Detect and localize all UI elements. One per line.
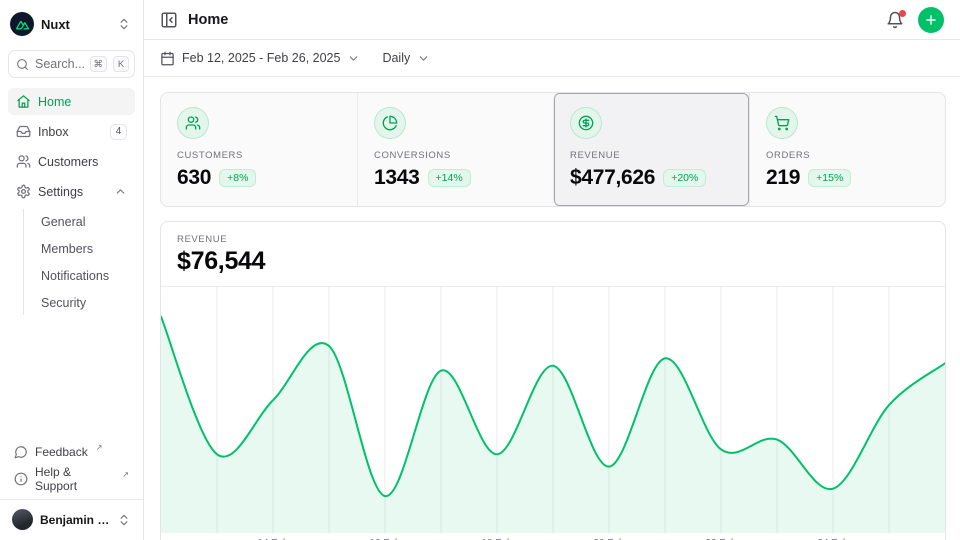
calendar-icon xyxy=(160,51,175,66)
sidebar-item-customers[interactable]: Customers xyxy=(8,148,135,175)
nuxt-logo-icon xyxy=(10,12,34,36)
circle-dollar-icon xyxy=(570,107,602,139)
kbd-cmd: ⌘ xyxy=(90,56,108,72)
stat-card-customers[interactable]: CUSTOMERS 630 +8% xyxy=(161,93,357,206)
chevrons-up-down-icon xyxy=(117,513,131,527)
search-icon xyxy=(16,58,29,71)
sidebar-item-label: Inbox xyxy=(38,125,69,139)
chart-svg xyxy=(161,287,945,533)
workspace-switcher[interactable]: Nuxt xyxy=(8,10,135,38)
revenue-area-chart[interactable] xyxy=(161,287,945,533)
page-title: Home xyxy=(188,12,228,28)
search-input[interactable]: Search... ⌘ K xyxy=(8,50,135,78)
stat-label: ORDERS xyxy=(766,150,929,161)
settings-subitems: General Members Notifications Security xyxy=(23,209,135,315)
revenue-chart-card: REVENUE $76,544 14 Feb16 Feb18 Feb20 Feb… xyxy=(160,221,946,540)
chevron-down-icon xyxy=(347,52,360,65)
period-select[interactable]: Daily xyxy=(382,51,430,65)
chevron-up-icon xyxy=(114,185,127,198)
users-icon xyxy=(177,107,209,139)
chevron-down-icon xyxy=(417,52,430,65)
main-area: Home Feb 12, 2025 - Feb 26, 2025 Daily xyxy=(144,0,960,540)
notifications-button[interactable] xyxy=(886,11,904,29)
toolbar: Feb 12, 2025 - Feb 26, 2025 Daily xyxy=(144,40,960,77)
chevrons-up-down-icon xyxy=(117,17,131,31)
period-value: Daily xyxy=(382,51,410,65)
sidebar-item-label: Home xyxy=(38,95,71,109)
sidebar: Nuxt Search... ⌘ K Home Inbox 4 xyxy=(0,0,144,540)
feedback-label: Feedback xyxy=(35,445,88,459)
avatar xyxy=(12,509,33,530)
stat-delta-badge: +14% xyxy=(428,169,471,187)
stat-delta-badge: +8% xyxy=(219,169,256,187)
stat-card-orders[interactable]: ORDERS 219 +15% xyxy=(749,93,945,206)
sidebar-menu: Home Inbox 4 Customers Settings Ge xyxy=(8,88,135,315)
inbox-count-badge: 4 xyxy=(110,124,127,140)
kbd-k: K xyxy=(113,56,129,72)
user-name: Benjamin Canac xyxy=(40,513,110,527)
stat-value: 219 xyxy=(766,166,800,190)
stat-delta-badge: +20% xyxy=(663,169,706,187)
help-support-label: Help & Support xyxy=(35,465,114,493)
sidebar-spacer xyxy=(8,315,135,439)
chart-header: REVENUE $76,544 xyxy=(161,222,945,287)
inbox-icon xyxy=(16,124,31,139)
arrow-up-right-icon: ↗ xyxy=(122,470,129,479)
stat-label: CONVERSIONS xyxy=(374,150,537,161)
chart-label: REVENUE xyxy=(177,234,929,245)
user-menu[interactable]: Benjamin Canac xyxy=(8,500,135,532)
panel-left-close-icon[interactable] xyxy=(160,11,178,29)
stat-label: REVENUE xyxy=(570,150,733,161)
help-support-link[interactable]: Help & Support ↗ xyxy=(8,466,135,491)
notification-dot xyxy=(899,10,906,17)
sidebar-item-settings[interactable]: Settings xyxy=(8,178,135,205)
sidebar-item-label: Customers xyxy=(38,155,98,169)
search-placeholder: Search... xyxy=(35,57,84,71)
chart-x-axis: 14 Feb16 Feb18 Feb20 Feb22 Feb24 Feb xyxy=(161,533,945,540)
gear-icon xyxy=(16,184,31,199)
date-range-value: Feb 12, 2025 - Feb 26, 2025 xyxy=(182,51,340,65)
chart-total: $76,544 xyxy=(177,247,929,276)
sidebar-item-inbox[interactable]: Inbox 4 xyxy=(8,118,135,145)
plus-icon xyxy=(924,13,938,27)
stats-group: CUSTOMERS 630 +8% CONVERSIONS 1343 +14% xyxy=(160,92,946,207)
pie-chart-icon xyxy=(374,107,406,139)
sidebar-footer-links: Feedback ↗ Help & Support ↗ xyxy=(8,439,135,499)
top-bar: Home xyxy=(144,0,960,40)
feedback-link[interactable]: Feedback ↗ xyxy=(8,439,135,464)
content: CUSTOMERS 630 +8% CONVERSIONS 1343 +14% xyxy=(144,77,960,540)
info-circle-icon xyxy=(14,472,28,486)
stat-value: $477,626 xyxy=(570,166,655,190)
stat-delta-badge: +15% xyxy=(808,169,851,187)
stat-value: 630 xyxy=(177,166,211,190)
sidebar-item-label: Settings xyxy=(38,185,83,199)
sidebar-item-general[interactable]: General xyxy=(35,209,135,234)
arrow-up-right-icon: ↗ xyxy=(96,443,103,452)
speech-bubble-icon xyxy=(14,445,28,459)
stat-label: CUSTOMERS xyxy=(177,150,341,161)
shopping-cart-icon xyxy=(766,107,798,139)
stat-card-conversions[interactable]: CONVERSIONS 1343 +14% xyxy=(357,93,553,206)
date-range-picker[interactable]: Feb 12, 2025 - Feb 26, 2025 xyxy=(160,51,360,66)
add-button[interactable] xyxy=(918,7,944,33)
home-icon xyxy=(16,94,31,109)
users-icon xyxy=(16,154,31,169)
stat-card-revenue[interactable]: REVENUE $477,626 +20% xyxy=(553,93,749,206)
sidebar-item-home[interactable]: Home xyxy=(8,88,135,115)
stat-value: 1343 xyxy=(374,166,420,190)
sidebar-item-notifications[interactable]: Notifications xyxy=(35,263,135,288)
workspace-name: Nuxt xyxy=(41,17,110,32)
sidebar-item-security[interactable]: Security xyxy=(35,290,135,315)
top-bar-actions xyxy=(886,7,944,33)
sidebar-item-members[interactable]: Members xyxy=(35,236,135,261)
